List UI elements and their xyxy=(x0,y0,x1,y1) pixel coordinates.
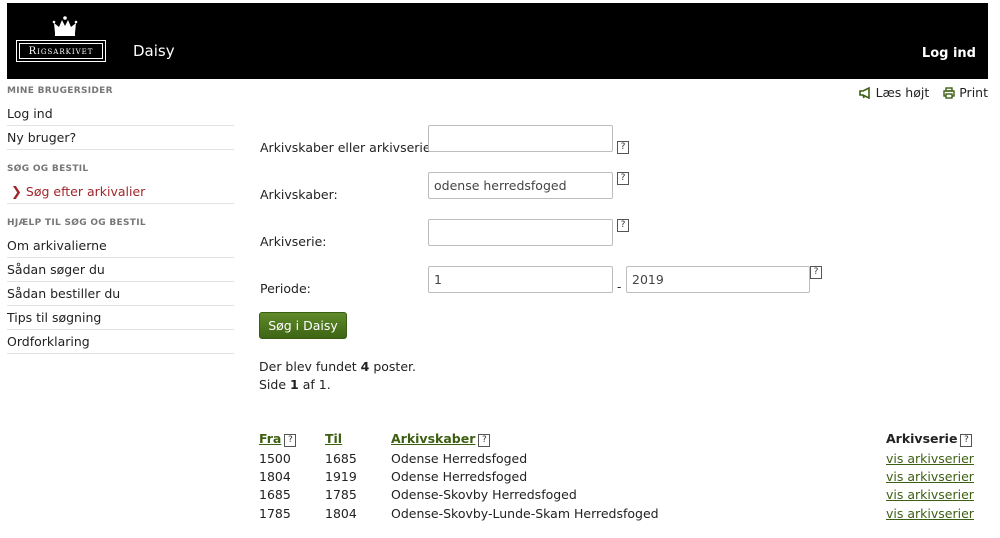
chevron-right-icon: ❯ xyxy=(11,185,22,200)
sidebar-item-label: Søg efter arkivalier xyxy=(25,184,146,199)
show-series-link[interactable]: vis arkivserier xyxy=(886,487,974,502)
header-login-link[interactable]: Log ind xyxy=(922,46,976,61)
cell-to: 1919 xyxy=(325,469,357,484)
sidebar-item-om-arkivalierne[interactable]: Om arkivalierne xyxy=(7,234,234,258)
archive-creator-or-series-label: Arkivskaber eller arkivserie: xyxy=(260,140,435,155)
sidebar-item-saadan-soeger-du[interactable]: Sådan søger du xyxy=(7,258,234,282)
column-header-fra[interactable]: Fra? xyxy=(259,431,297,447)
cell-creator: Odense Herredsfoged xyxy=(391,451,528,466)
page-suffix: . xyxy=(326,377,331,392)
crown-icon xyxy=(52,16,78,36)
sidebar-item-tips-til-soegning[interactable]: Tips til søgning xyxy=(7,306,234,330)
cell-from: 1785 xyxy=(259,506,291,521)
results-count-prefix: Der blev fundet xyxy=(259,359,361,374)
cell-from: 1685 xyxy=(259,487,291,502)
rigsarkivet-logo[interactable]: Rigsarkivet xyxy=(16,16,106,62)
period-to-input[interactable] xyxy=(626,266,810,293)
page-current: 1 xyxy=(290,377,299,392)
show-series-link[interactable]: vis arkivserier xyxy=(886,451,974,466)
cell-to: 1685 xyxy=(325,451,357,466)
sidebar-heading-mine-brugersider: MINE BRUGERSIDER xyxy=(7,86,113,96)
show-series-link[interactable]: vis arkivserier xyxy=(886,469,974,484)
column-header-label: Fra xyxy=(259,431,282,446)
page-prefix: Side xyxy=(259,377,291,392)
help-icon[interactable]: ? xyxy=(960,434,973,447)
sidebar-item-ordforklaring[interactable]: Ordforklaring xyxy=(7,330,234,354)
sidebar-item-soeg-efter-arkivalier[interactable]: ❯ Søg efter arkivalier xyxy=(7,180,234,204)
column-header-arkivskaber[interactable]: Arkivskaber? xyxy=(391,431,491,447)
archive-series-input[interactable] xyxy=(428,219,613,246)
period-from-input[interactable] xyxy=(428,266,613,293)
page-mid: af xyxy=(298,377,319,392)
page-tools: Læs højt Print xyxy=(858,85,988,100)
logo-text: Rigsarkivet xyxy=(28,45,94,57)
column-header-til[interactable]: Til xyxy=(325,431,342,446)
help-icon[interactable]: ? xyxy=(284,434,297,447)
help-icon[interactable]: ? xyxy=(478,434,491,447)
read-aloud-button[interactable]: Læs højt xyxy=(858,85,930,100)
cell-to: 1804 xyxy=(325,506,357,521)
cell-creator: Odense-Skovby-Lunde-Skam Herredsfoged xyxy=(391,506,659,521)
search-daisy-button[interactable]: Søg i Daisy xyxy=(259,312,347,339)
column-header-label: Arkivserie xyxy=(886,431,958,446)
sidebar-heading-soeg-og-bestil: SØG OG BESTIL xyxy=(7,164,89,174)
app-name: Daisy xyxy=(133,42,175,60)
results-count-text: Der blev fundet 4 poster. xyxy=(259,359,416,374)
pagination-text: Side 1 af 1. xyxy=(259,377,331,392)
help-icon[interactable]: ? xyxy=(617,141,629,154)
help-icon[interactable]: ? xyxy=(810,266,822,279)
print-label: Print xyxy=(959,85,988,100)
help-icon[interactable]: ? xyxy=(617,172,629,185)
logo-wordmark-frame: Rigsarkivet xyxy=(16,40,106,62)
sidebar-item-ny-bruger[interactable]: Ny bruger? xyxy=(7,126,234,150)
archive-creator-input[interactable] xyxy=(428,172,613,199)
archive-creator-label: Arkivskaber: xyxy=(260,187,338,202)
printer-icon xyxy=(943,86,955,99)
column-header-arkivserie: Arkivserie? xyxy=(886,431,973,447)
sidebar-item-saadan-bestiller-du[interactable]: Sådan bestiller du xyxy=(7,282,234,306)
archive-creator-or-series-input[interactable] xyxy=(428,125,613,152)
help-icon[interactable]: ? xyxy=(617,219,629,232)
archive-series-label: Arkivserie: xyxy=(260,234,327,249)
show-series-link[interactable]: vis arkivserier xyxy=(886,506,974,521)
site-header: Rigsarkivet Daisy Log ind xyxy=(7,3,988,79)
page-total: 1 xyxy=(318,377,327,392)
sidebar: MINE BRUGERSIDER Log ind Ny bruger? SØG … xyxy=(7,80,234,354)
results-count-suffix: poster. xyxy=(369,359,416,374)
cell-creator: Odense-Skovby Herredsfoged xyxy=(391,487,577,502)
megaphone-icon xyxy=(858,86,870,99)
cell-from: 1804 xyxy=(259,469,291,484)
cell-to: 1785 xyxy=(325,487,357,502)
print-button[interactable]: Print xyxy=(943,85,988,100)
read-aloud-label: Læs højt xyxy=(875,85,930,100)
sidebar-heading-hjaelp: HJÆLP TIL SØG OG BESTIL xyxy=(7,218,146,228)
period-label: Periode: xyxy=(260,281,311,296)
period-separator: - xyxy=(617,280,622,294)
cell-from: 1500 xyxy=(259,451,291,466)
sidebar-item-log-ind[interactable]: Log ind xyxy=(7,102,234,126)
column-header-label: Arkivskaber xyxy=(391,431,476,446)
cell-creator: Odense Herredsfoged xyxy=(391,469,528,484)
